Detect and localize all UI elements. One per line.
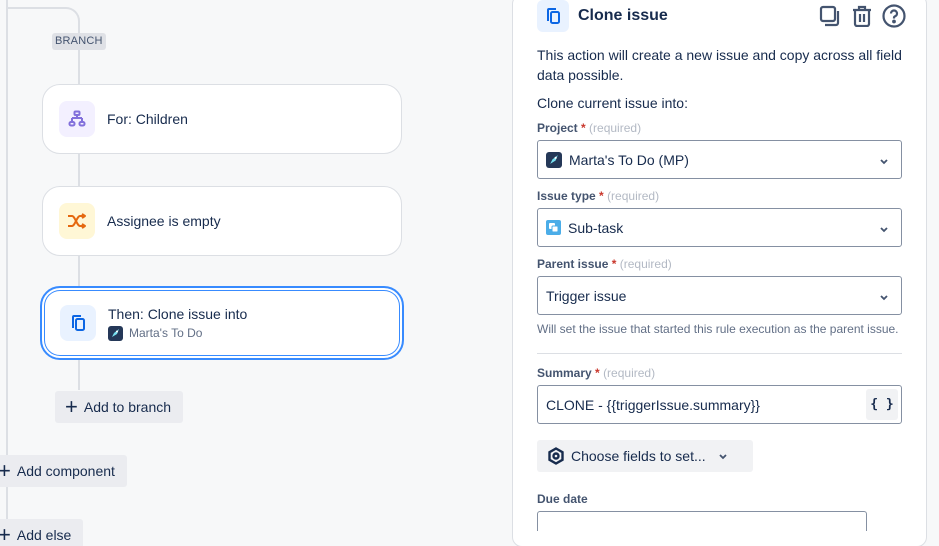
project-select[interactable]: Marta's To Do (MP) (537, 140, 902, 179)
due-date-input[interactable] (537, 511, 867, 531)
node-title: Assignee is empty (107, 213, 221, 229)
add-else-label: Add else (16, 527, 72, 543)
node-clone-issue[interactable]: Then: Clone issue into Marta's To Do (40, 286, 404, 360)
node-title: For: Children (107, 111, 188, 127)
divider (537, 353, 902, 354)
add-to-branch-button[interactable]: + Add to branch (55, 391, 184, 423)
project-rocket-icon (546, 151, 562, 168)
project-rocket-icon (108, 325, 123, 341)
due-date-label: Due date (537, 492, 588, 506)
summary-value: CLONE - {{triggerIssue.summary}} (546, 396, 760, 413)
parent-issue-helper: Will set the issue that started this rul… (537, 322, 899, 336)
branch-tag: BRANCH (52, 33, 106, 50)
add-component-button[interactable]: + Add component (0, 455, 127, 487)
chevron-down-icon (879, 153, 889, 169)
node-title: Then: Clone issue into (108, 305, 248, 322)
parent-issue-value: Trigger issue (546, 287, 627, 304)
subtask-icon (546, 220, 561, 235)
chevron-down-icon (718, 451, 728, 461)
add-to-branch-label: Add to branch (83, 399, 172, 415)
node-subtitle: Marta's To Do (129, 326, 203, 340)
parent-issue-select[interactable]: Trigger issue (537, 276, 902, 315)
rule-canvas: BRANCH For: Children Assignee is empty T… (0, 0, 500, 546)
trash-icon[interactable] (849, 3, 875, 29)
clone-icon (60, 305, 96, 341)
add-component-label: Add component (16, 463, 115, 479)
add-else-button[interactable]: + Add else (0, 519, 84, 546)
smart-value-button[interactable]: { } (866, 389, 898, 420)
issue-type-select[interactable]: Sub-task (537, 208, 902, 247)
plus-icon: + (0, 522, 11, 546)
duplicate-icon[interactable] (817, 3, 843, 29)
chevron-down-icon (879, 221, 889, 237)
component-config-panel: Clone issue This action will create a ne… (512, 0, 927, 546)
panel-subdescription: Clone current issue into: (537, 95, 688, 111)
chevron-down-icon (879, 289, 889, 305)
panel-description: This action will create a new issue and … (537, 47, 902, 83)
help-icon[interactable] (881, 3, 907, 29)
gear-icon (547, 447, 565, 465)
project-value: Marta's To Do (MP) (569, 151, 689, 168)
summary-label: Summary * (required) (537, 366, 656, 380)
parent-issue-label: Parent issue * (required) (537, 257, 672, 271)
branch-hierarchy-icon (59, 101, 95, 137)
choose-fields-label: Choose fields to set... (571, 448, 706, 464)
shuffle-condition-icon (59, 203, 95, 239)
issue-type-value: Sub-task (568, 219, 624, 236)
clone-icon (537, 0, 569, 32)
plus-icon: + (0, 458, 11, 483)
choose-fields-button[interactable]: Choose fields to set... (537, 440, 753, 472)
node-for-children[interactable]: For: Children (42, 84, 402, 154)
panel-title: Clone issue (578, 7, 668, 24)
summary-input[interactable]: CLONE - {{triggerIssue.summary}} { } (537, 385, 902, 424)
plus-icon: + (65, 394, 78, 419)
issue-type-label: Issue type * (required) (537, 189, 660, 203)
project-label: Project * (required) (537, 121, 642, 135)
panel-header: Clone issue (537, 0, 907, 32)
node-assignee-condition[interactable]: Assignee is empty (42, 186, 402, 256)
